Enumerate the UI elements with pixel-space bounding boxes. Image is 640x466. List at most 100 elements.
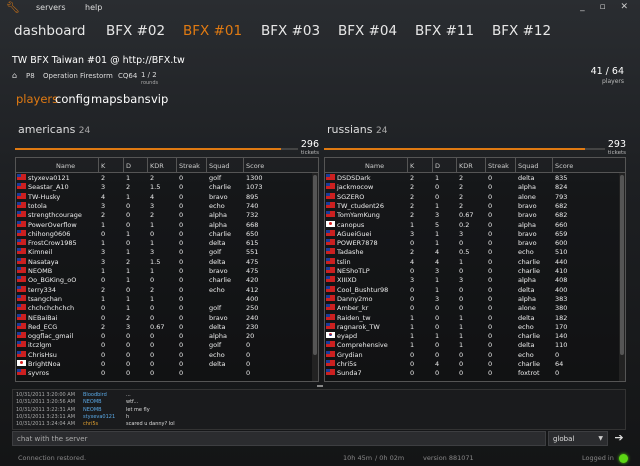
splitter[interactable]: [0, 384, 640, 388]
cell-d: 0: [435, 183, 440, 192]
chat-timestamp: 10/31/2011 3:22:31 AM: [16, 406, 76, 413]
column-header-score[interactable]: Score: [246, 162, 264, 170]
column-header-squad[interactable]: Squad: [518, 162, 538, 170]
column-separator: [123, 158, 124, 172]
cell-streak: 0: [488, 341, 493, 350]
table-row[interactable]: syvros 0 0 0 0 0: [16, 368, 312, 378]
cell-score: 64: [555, 360, 564, 368]
window-controls[interactable]: _ ▫ ✕: [580, 2, 634, 12]
column-header-kdr[interactable]: KDR: [150, 162, 164, 170]
column-separator: [407, 158, 408, 172]
chat-line: 10/31/2011 3:20:56 AM NEOMB wtf...: [13, 399, 625, 406]
column-header-name[interactable]: Name: [365, 162, 384, 170]
tab-bans[interactable]: bans: [123, 92, 151, 106]
round-count: 1 / 2: [141, 71, 157, 79]
cell-streak: 0: [179, 285, 184, 294]
flag-tw-icon: [17, 267, 26, 273]
team-tickets: 293 tickets: [608, 139, 626, 156]
menu-servers[interactable]: servers: [36, 3, 66, 12]
cell-name: TW-Husky: [28, 192, 61, 201]
scrollbar-thumb[interactable]: [620, 175, 624, 355]
column-header-streak[interactable]: Streak: [179, 162, 200, 170]
cell-streak: 0: [179, 350, 184, 359]
chat-author[interactable]: chri5s: [83, 421, 98, 427]
table-row[interactable]: Sunda7 0 0 0 0 foxtrot 0: [325, 368, 619, 378]
chat-author[interactable]: NEOMB: [83, 407, 102, 413]
cell-kdr: 0: [150, 350, 155, 359]
cell-score: 475: [246, 257, 259, 266]
cell-k: 1: [101, 239, 106, 248]
tab-maps[interactable]: maps: [91, 92, 123, 106]
chat-message: h: [126, 413, 130, 420]
column-header-d[interactable]: D: [126, 162, 131, 170]
scrollbar-thumb[interactable]: [313, 175, 317, 355]
chat-scope-select[interactable]: global ▼: [548, 431, 608, 446]
cell-score: 20: [246, 332, 255, 341]
cell-streak: 0: [488, 294, 493, 303]
cell-name: SGZERO: [337, 192, 365, 201]
flag-tw-icon: [17, 183, 26, 190]
column-header-d[interactable]: D: [435, 162, 440, 170]
cell-name: XIIIXD: [337, 276, 357, 285]
status-bar: Connection restored. 10h 45m / 0h 02m ve…: [0, 450, 640, 466]
column-header-name[interactable]: Name: [56, 162, 75, 170]
player-grid: Name K D KDR Streak Squad Score DSDSDark 2 1 2 0 del…: [324, 157, 626, 382]
cell-squad: alpha: [518, 183, 537, 192]
flag-tw-icon: [326, 267, 335, 273]
vertical-scrollbar[interactable]: [312, 173, 318, 381]
cell-d: 1: [126, 248, 131, 257]
column-header-streak[interactable]: Streak: [488, 162, 509, 170]
cell-squad: charlie: [209, 183, 231, 192]
cell-score: 420: [246, 276, 259, 285]
column-header-k[interactable]: K: [101, 162, 105, 170]
tab-vip[interactable]: vip: [151, 92, 168, 106]
column-header-k[interactable]: K: [410, 162, 414, 170]
column-header-kdr[interactable]: KDR: [459, 162, 473, 170]
flag-tw-icon: [17, 313, 26, 320]
splitter-grip[interactable]: [317, 385, 323, 387]
cell-kdr: 3: [459, 229, 464, 238]
cell-kdr: 1: [459, 257, 464, 266]
column-header-score[interactable]: Score: [555, 162, 573, 170]
tab-bfx-01[interactable]: BFX #01: [183, 23, 242, 39]
tab-players[interactable]: players: [16, 92, 58, 106]
chat-author[interactable]: styxeva0121: [83, 414, 115, 420]
title-bar: 🔧︎ servers help _ ▫ ✕: [0, 0, 640, 16]
tab-config[interactable]: config: [55, 92, 90, 106]
chat-input[interactable]: [12, 431, 546, 446]
send-arrow-icon[interactable]: ➔: [612, 431, 626, 446]
column-header-squad[interactable]: Squad: [209, 162, 229, 170]
tab-bfx-04[interactable]: BFX #04: [338, 23, 397, 39]
cell-k: 0: [410, 267, 415, 275]
chat-author[interactable]: NEOMB: [83, 399, 102, 405]
cell-d: 3: [126, 322, 131, 331]
cell-squad: bravo: [518, 201, 537, 210]
chat-author[interactable]: Bloodbird: [83, 392, 107, 398]
cell-streak: 0: [179, 229, 184, 238]
tab-bfx-12[interactable]: BFX #12: [492, 23, 551, 39]
player-grid: Name K D KDR Streak Squad Score styxeva0121 2 1 2 0…: [15, 157, 319, 382]
column-separator: [432, 158, 433, 172]
tab-bfx-02[interactable]: BFX #02: [106, 23, 165, 39]
cell-k: 1: [101, 220, 106, 229]
cell-k: 2: [101, 322, 106, 331]
tab-dashboard[interactable]: dashboard: [14, 23, 85, 39]
cell-streak: 0: [179, 341, 184, 350]
cell-name: Amber_kr: [337, 304, 369, 313]
tab-bfx-11[interactable]: BFX #11: [415, 23, 474, 39]
cell-kdr: 1.5: [150, 257, 161, 266]
wrench-icon[interactable]: 🔧︎: [6, 2, 20, 13]
cell-d: 1: [435, 276, 440, 285]
vertical-scrollbar[interactable]: [619, 173, 625, 381]
cell-kdr: 1: [459, 322, 464, 331]
menu-help[interactable]: help: [85, 3, 102, 12]
cell-name: AGueiGuei: [337, 229, 372, 238]
tab-bfx-03[interactable]: BFX #03: [261, 23, 320, 39]
cell-kdr: 2: [459, 192, 464, 201]
cell-score: 510: [555, 248, 568, 257]
cell-kdr: 1: [150, 294, 155, 303]
cell-squad: foxtrot: [518, 369, 540, 378]
flag-tw-icon: [17, 285, 26, 292]
cell-squad: bravo: [518, 229, 537, 238]
cell-squad: alpha: [518, 220, 537, 229]
